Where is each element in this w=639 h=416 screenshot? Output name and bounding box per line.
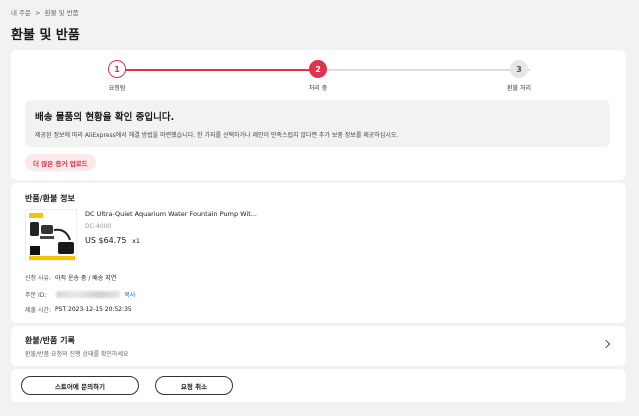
step-2-label: 처리 중: [308, 85, 328, 92]
product-sku: DC-4000: [85, 223, 112, 230]
order-id-row: 주문 ID: 복사: [25, 290, 135, 299]
copy-order-id-link[interactable]: 복사: [124, 290, 135, 299]
cancel-request-button[interactable]: 요청 취소: [155, 376, 233, 395]
notice-title: 배송 물품의 현황을 확인 중입니다.: [35, 112, 175, 123]
request-reason-row: 신청 사유: 아직 운송 중 / 배송 지연: [25, 273, 116, 282]
order-id-label: 주문 ID:: [25, 292, 47, 299]
breadcrumb-current: 환불 및 반품: [44, 9, 79, 17]
history-title: 환불/반품 기록: [25, 336, 75, 345]
order-id-redacted: [56, 291, 121, 298]
product-price: US $64.75: [85, 236, 127, 245]
request-reason-label: 신청 사유:: [25, 275, 52, 282]
return-info-card: 반품/환불 정보 DC Ultra-Quiet Aquarium Water F…: [11, 183, 626, 323]
product-quantity: x1: [132, 237, 140, 245]
history-subtitle: 환불/반품 요청의 진행 상태를 확인하세요: [25, 351, 129, 358]
contact-store-button[interactable]: 스토어에 문의하기: [21, 376, 139, 395]
notice-text: 제공된 정보에 따라 AliExpress에서 해결 방법을 마련했습니다. 한…: [35, 132, 399, 139]
submitted-time-label: 제출 시간:: [25, 307, 52, 314]
breadcrumb-separator: >: [35, 9, 41, 17]
refund-history-card[interactable]: 환불/반품 기록 환불/반품 요청의 진행 상태를 확인하세요: [11, 326, 626, 366]
step-2-circle: 2: [309, 60, 327, 78]
step-refund: 3 환불 처리: [489, 60, 549, 92]
submitted-time-value: PST 2023-12-15 20:52:35: [55, 306, 132, 313]
return-info-title: 반품/환불 정보: [25, 194, 75, 203]
upload-evidence-button[interactable]: 더 많은 증거 업로드: [25, 154, 96, 171]
step-1-label: 요청됨: [108, 85, 126, 92]
step-3-label: 환불 처리: [507, 85, 531, 92]
status-notice: 배송 물품의 현황을 확인 중입니다. 제공된 정보에 따라 AliExpres…: [25, 100, 610, 147]
breadcrumb: 내 주문 > 환불 및 반품: [11, 7, 81, 17]
status-card: 1 요청됨 2 처리 중 3 환불 처리 배송 물품의 현황을 확인 중입니다.…: [11, 50, 626, 180]
product-image[interactable]: [25, 209, 77, 261]
step-processing: 2 처리 중: [288, 60, 348, 92]
actions-card: 스토어에 문의하기 요청 취소: [11, 369, 626, 402]
breadcrumb-my-orders[interactable]: 내 주문: [11, 9, 31, 17]
step-requested: 1 요청됨: [87, 60, 147, 92]
product-name[interactable]: DC Ultra-Quiet Aquarium Water Fountain P…: [85, 210, 257, 218]
page-title: 환불 및 반품: [11, 28, 80, 43]
submitted-time-row: 제출 시간: PST 2023-12-15 20:52:35: [25, 305, 132, 314]
request-reason-value: 아직 운송 중 / 배송 지연: [55, 275, 117, 282]
step-1-circle: 1: [108, 60, 126, 78]
step-3-circle: 3: [510, 60, 528, 78]
chevron-right-icon[interactable]: [601, 339, 611, 349]
